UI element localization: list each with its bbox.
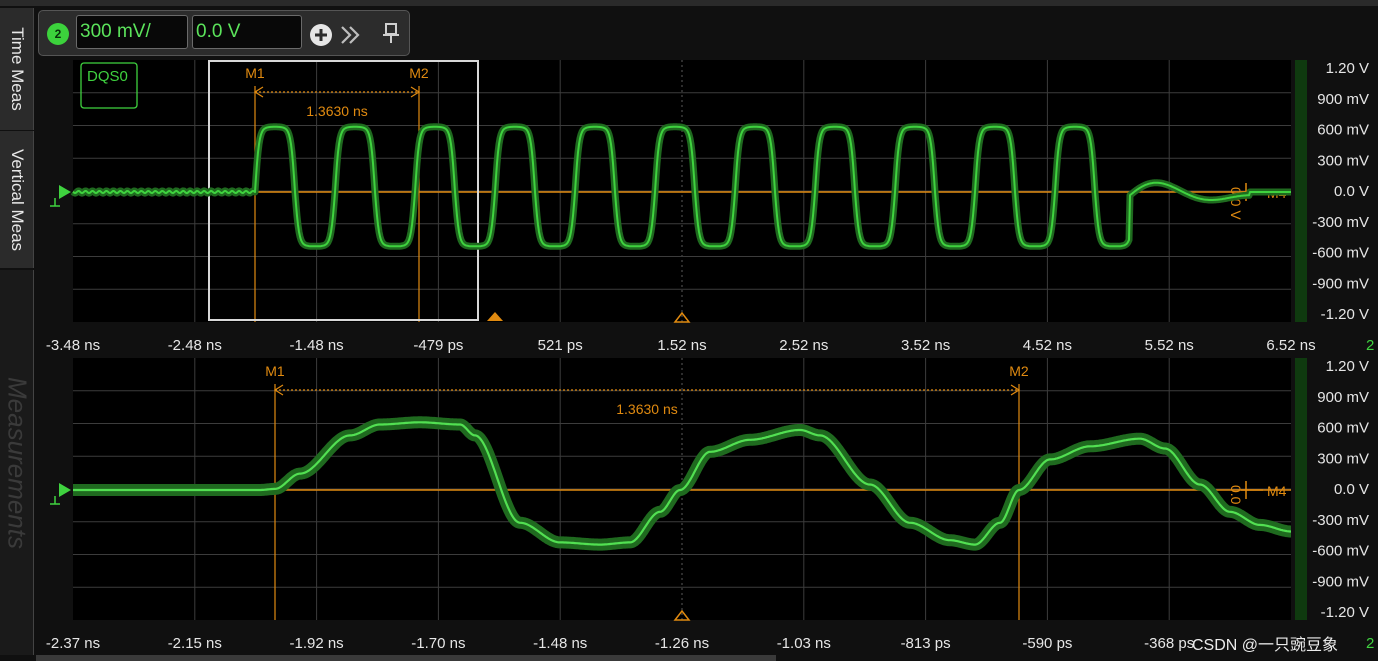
main-y-tick-label: -300 mV bbox=[1312, 214, 1369, 231]
main-y-tick-label: 600 mV bbox=[1317, 122, 1369, 139]
zoom-corner-label: 2 bbox=[1366, 635, 1374, 652]
main-x-tick-label: -1.48 ns bbox=[289, 337, 343, 354]
main-x-tick-label: 5.52 ns bbox=[1145, 337, 1194, 354]
zoom-delta-label: 1.3630 ns bbox=[616, 401, 678, 417]
main-x-tick-label: 2.52 ns bbox=[779, 337, 828, 354]
main-x-tick-label: 521 ps bbox=[538, 337, 583, 354]
main-marker-1-label: M1 bbox=[245, 65, 265, 81]
zoom-marker-1-label: M1 bbox=[265, 363, 285, 379]
zoom-y-tick-label: 900 mV bbox=[1317, 389, 1369, 406]
main-x-tick-label: -2.48 ns bbox=[168, 337, 222, 354]
main-y-scale-bar bbox=[1295, 60, 1307, 322]
zoom-y-tick-label: 600 mV bbox=[1317, 420, 1369, 437]
main-y-tick-label: 0.0 V bbox=[1334, 183, 1369, 200]
main-delta-label: 1.3630 ns bbox=[306, 103, 368, 119]
channel-label: DQS0 bbox=[87, 68, 128, 85]
main-marker-2-label: M2 bbox=[409, 65, 429, 81]
bottom-scrollbar[interactable] bbox=[36, 655, 776, 661]
zoom-y-tick-label: -1.20 V bbox=[1321, 604, 1369, 621]
main-y-tick-label: 300 mV bbox=[1317, 152, 1369, 169]
waveform-plots[interactable]: 1.20 V 900 mV 600 mV 300 mV 0.0 V -300 mV -600… bbox=[0, 0, 1378, 661]
main-y-tick-label: -900 mV bbox=[1312, 275, 1369, 292]
zoom-marker-2-label: M2 bbox=[1009, 363, 1029, 379]
main-y-tick-label: 900 mV bbox=[1317, 91, 1369, 108]
main-x-tick-label: 6.52 ns bbox=[1266, 337, 1315, 354]
watermark-text: CSDN @一只豌豆象 bbox=[1192, 637, 1339, 654]
zoom-x-tick-label: -1.48 ns bbox=[533, 635, 587, 652]
zoom-level-marker: M4 bbox=[1267, 483, 1287, 499]
zoom-x-tick-label: -2.15 ns bbox=[168, 635, 222, 652]
zoom-y-tick-label: 1.20 V bbox=[1326, 358, 1369, 375]
zoom-x-tick-label: -1.26 ns bbox=[655, 635, 709, 652]
main-y-tick-label: -1.20 V bbox=[1321, 306, 1369, 323]
zoom-x-tick-label: -1.03 ns bbox=[777, 635, 831, 652]
zoom-y-tick-label: -600 mV bbox=[1312, 543, 1369, 560]
zoom-y-tick-label: -900 mV bbox=[1312, 573, 1369, 590]
zoom-x-tick-label: -1.92 ns bbox=[289, 635, 343, 652]
zoom-trigger-arrow-icon bbox=[59, 483, 71, 497]
main-corner-label: 2 bbox=[1366, 337, 1374, 354]
zoom-x-tick-label: -813 ps bbox=[901, 635, 951, 652]
zoom-x-tick-label: -368 ps bbox=[1144, 635, 1194, 652]
zoom-x-tick-label: -1.70 ns bbox=[411, 635, 465, 652]
zoom-y-tick-label: 0.0 V bbox=[1334, 481, 1369, 498]
main-x-tick-label: 3.52 ns bbox=[901, 337, 950, 354]
zoom-y-tick-label: 300 mV bbox=[1317, 450, 1369, 467]
zoom-x-tick-label: -2.37 ns bbox=[46, 635, 100, 652]
main-y-tick-label: -600 mV bbox=[1312, 245, 1369, 262]
main-x-tick-label: 4.52 ns bbox=[1023, 337, 1072, 354]
main-x-tick-label: -3.48 ns bbox=[46, 337, 100, 354]
zoom-y-scale-bar bbox=[1295, 358, 1307, 620]
scope-app: Time Meas Vertical Meas Measurements 2 3… bbox=[0, 0, 1378, 661]
main-x-tick-label: 1.52 ns bbox=[657, 337, 706, 354]
main-y-tick-label: 1.20 V bbox=[1326, 60, 1369, 77]
zoom-y-tick-label: -300 mV bbox=[1312, 512, 1369, 529]
zoom-x-tick-label: -590 ps bbox=[1022, 635, 1072, 652]
main-x-tick-label: -479 ps bbox=[413, 337, 463, 354]
main-trigger-arrow-icon bbox=[59, 185, 71, 199]
